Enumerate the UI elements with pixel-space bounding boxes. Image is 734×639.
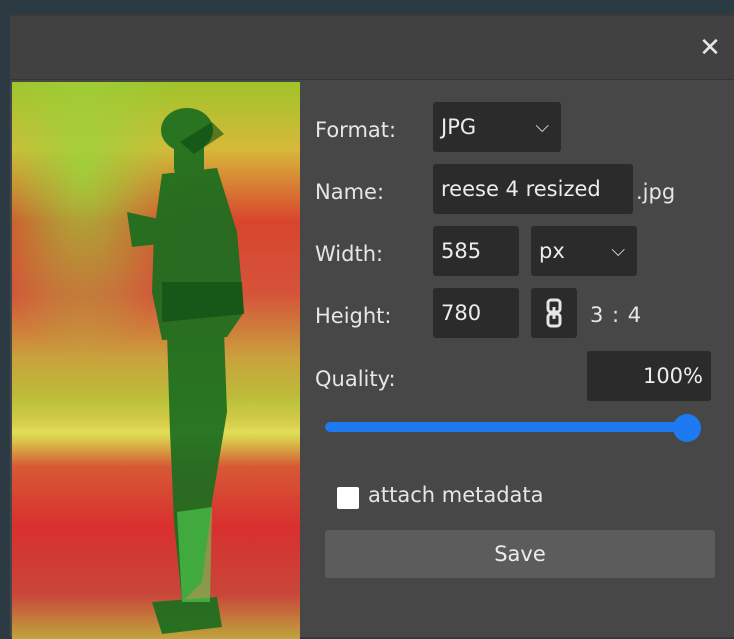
quality-input[interactable]: 100% xyxy=(587,351,711,401)
chevron-down-icon: ⌵ xyxy=(535,116,549,137)
height-value: 780 xyxy=(441,301,482,325)
export-dialog: ✕ Format: JPG ⌵ Name: reese 4 resized .j… xyxy=(10,14,734,639)
quality-slider[interactable] xyxy=(325,414,701,444)
width-label: Width: xyxy=(315,242,384,266)
width-input[interactable]: 585 xyxy=(433,226,519,276)
save-button[interactable]: Save xyxy=(325,530,715,578)
name-extension: .jpg xyxy=(636,180,676,204)
name-value: reese 4 resized xyxy=(441,177,601,201)
close-icon[interactable]: ✕ xyxy=(696,34,724,62)
aspect-lock-button[interactable] xyxy=(531,288,577,338)
format-select[interactable]: JPG ⌵ xyxy=(433,102,561,152)
quality-value: 100% xyxy=(642,364,703,388)
link-icon xyxy=(546,298,562,328)
chevron-down-icon: ⌵ xyxy=(611,240,625,261)
aspect-ratio: 3 : 4 xyxy=(590,303,643,327)
attach-metadata-checkbox[interactable] xyxy=(337,487,359,509)
name-label: Name: xyxy=(315,180,385,204)
unit-select[interactable]: px ⌵ xyxy=(531,226,637,276)
slider-thumb[interactable] xyxy=(673,414,701,442)
format-label: Format: xyxy=(315,118,397,142)
name-input[interactable]: reese 4 resized xyxy=(433,164,633,214)
attach-metadata-label: attach metadata xyxy=(368,483,544,507)
slider-fill xyxy=(325,422,687,432)
quality-label: Quality: xyxy=(315,367,396,391)
height-input[interactable]: 780 xyxy=(433,288,519,338)
unit-value: px xyxy=(539,239,565,263)
format-value: JPG xyxy=(441,115,477,139)
width-value: 585 xyxy=(441,239,482,263)
image-preview xyxy=(12,82,300,639)
dialog-titlebar: ✕ xyxy=(10,16,734,80)
height-label: Height: xyxy=(315,304,392,328)
